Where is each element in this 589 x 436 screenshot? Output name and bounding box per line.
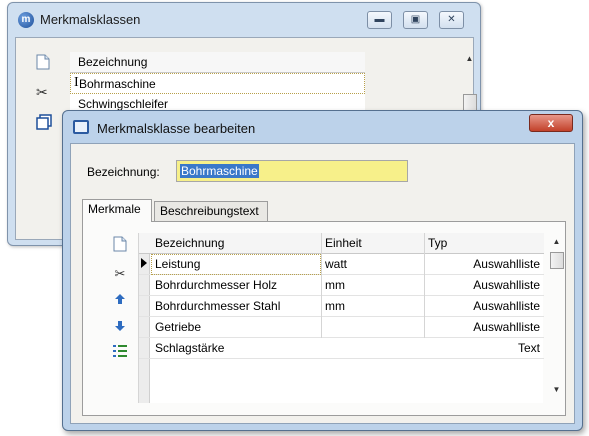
scroll-up-icon[interactable]: ▲ — [548, 237, 565, 246]
table-row[interactable]: Bohrdurchmesser Stahl mm Auswahlliste — [139, 296, 544, 317]
close-icon: x — [547, 116, 555, 130]
column-header-bezeichnung[interactable]: Bezeichnung — [151, 233, 321, 254]
back-window-title: Merkmalsklassen — [40, 12, 141, 27]
bezeichnung-label: Bezeichnung: — [87, 165, 160, 179]
table-row[interactable]: Getriebe Auswahlliste — [139, 317, 544, 338]
cell-einheit[interactable] — [321, 317, 424, 338]
cell-typ[interactable]: Text — [424, 338, 544, 359]
maximize-button[interactable]: ▣ — [403, 11, 428, 29]
minimize-icon: ▬ — [374, 14, 385, 25]
column-header-einheit[interactable]: Einheit — [321, 233, 424, 254]
dialog-titlebar[interactable]: Merkmalsklasse bearbeiten x — [63, 111, 582, 143]
arrow-up-icon[interactable] — [112, 293, 128, 308]
cell-typ[interactable]: Auswahlliste — [424, 317, 544, 338]
app-icon: m — [18, 12, 34, 28]
cell-typ[interactable]: Auswahlliste — [424, 296, 544, 317]
grid-scrollbar[interactable]: ▲ ▼ — [548, 233, 565, 403]
column-divider[interactable] — [424, 233, 425, 338]
cell-typ[interactable]: Auswahlliste — [424, 254, 544, 275]
tab-beschreibungstext[interactable]: Beschreibungstext — [154, 201, 268, 221]
scroll-down-icon[interactable]: ▼ — [548, 385, 565, 394]
cell-focus-rect — [151, 254, 321, 275]
back-grid-row[interactable]: Bohrmaschine — [70, 73, 365, 94]
cell-einheit[interactable]: mm — [321, 296, 424, 317]
merkmale-grid: Bezeichnung Einheit Typ Leistung watt Au… — [138, 233, 544, 403]
dialog-title: Merkmalsklasse bearbeiten — [97, 121, 256, 136]
cell-einheit[interactable] — [321, 338, 424, 359]
scroll-up-icon[interactable]: ▲ — [461, 54, 478, 63]
table-row[interactable]: Bohrdurchmesser Holz mm Auswahlliste — [139, 275, 544, 296]
bezeichnung-input-value: Bohrmaschine — [180, 164, 259, 178]
cell-bezeichnung[interactable]: Schlagstärke — [151, 338, 321, 359]
bezeichnung-input[interactable]: Bohrmaschine — [176, 160, 408, 182]
scissors-icon[interactable]: ✂ — [112, 266, 128, 282]
cell-typ[interactable]: Auswahlliste — [424, 275, 544, 296]
scroll-thumb[interactable] — [463, 94, 477, 111]
cell-einheit[interactable]: watt — [321, 254, 424, 275]
dialog-client: Bezeichnung: Bohrmaschine Merkmale Besch… — [70, 143, 575, 424]
back-close-button[interactable]: ✕ — [439, 11, 464, 29]
dialog-close-button[interactable]: x — [529, 114, 573, 132]
scissors-icon[interactable]: ✂ — [36, 84, 48, 101]
cell-einheit[interactable]: mm — [321, 275, 424, 296]
scroll-thumb[interactable] — [550, 252, 564, 269]
numbered-list-icon[interactable] — [112, 344, 128, 361]
dialog-window-icon — [73, 120, 89, 134]
grid-header-row: Bezeichnung Einheit Typ — [139, 233, 544, 254]
table-row[interactable]: Schlagstärke Text — [139, 338, 544, 359]
back-scrollbar[interactable]: ▲ — [461, 52, 478, 112]
new-document-icon[interactable] — [36, 54, 50, 73]
new-document-icon[interactable] — [112, 236, 128, 255]
tab-merkmale[interactable]: Merkmale — [82, 199, 152, 222]
minimize-button[interactable]: ▬ — [367, 11, 392, 29]
merkmale-panel: ✂ Bezeichnung Einheit Typ Leistung watt … — [82, 221, 566, 416]
column-divider[interactable] — [321, 233, 322, 338]
current-row-pointer-icon — [141, 258, 147, 268]
cell-bezeichnung[interactable]: Getriebe — [151, 317, 321, 338]
copy-icon[interactable] — [36, 114, 52, 133]
cell-bezeichnung[interactable]: Bohrdurchmesser Holz — [151, 275, 321, 296]
arrow-down-icon[interactable] — [112, 320, 128, 335]
back-window-titlebar[interactable]: m Merkmalsklassen ▬ ▣ ✕ — [8, 3, 480, 37]
maximize-icon: ▣ — [410, 14, 421, 25]
close-icon: ✕ — [447, 14, 456, 25]
cell-bezeichnung[interactable]: Bohrdurchmesser Stahl — [151, 296, 321, 317]
column-header-typ[interactable]: Typ — [424, 233, 544, 254]
text-cursor-icon: I — [74, 75, 79, 90]
edit-dialog: Merkmalsklasse bearbeiten x Bezeichnung:… — [62, 110, 583, 431]
back-grid-header[interactable]: Bezeichnung — [70, 52, 365, 73]
back-grid: Bezeichnung Bohrmaschine Schwingschleife… — [70, 52, 365, 115]
